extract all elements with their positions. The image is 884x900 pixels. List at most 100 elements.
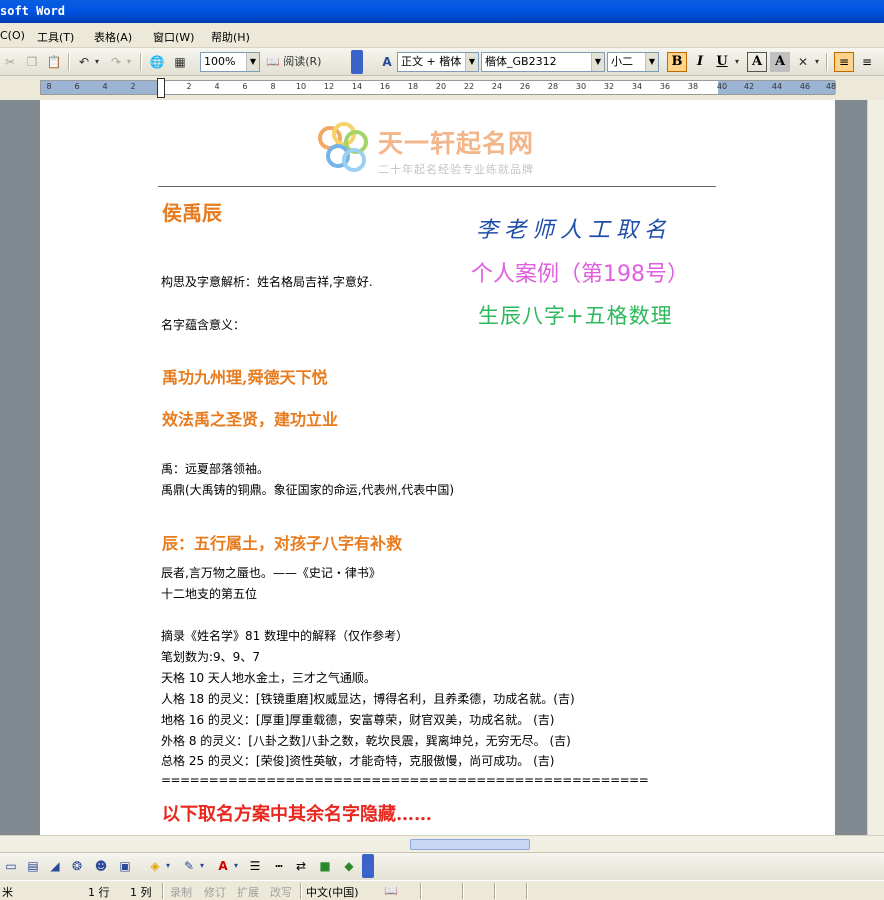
zoom-select[interactable]: 100% ▼ bbox=[200, 52, 260, 72]
font-select[interactable]: 楷体_GB2312 ▼ bbox=[481, 52, 605, 72]
spelling-status-icon[interactable]: 📖 bbox=[384, 884, 398, 897]
menu-table[interactable]: 表格(A) bbox=[94, 29, 132, 45]
font-size-select[interactable]: 小二 ▼ bbox=[607, 52, 659, 72]
status-separator bbox=[420, 883, 422, 899]
header-rule bbox=[158, 186, 716, 187]
status-extend[interactable]: 扩展 bbox=[237, 884, 259, 900]
diagram-icon[interactable]: ❂ bbox=[68, 857, 86, 875]
textbox-icon[interactable]: ▭ bbox=[2, 857, 20, 875]
cut-icon[interactable]: ✂ bbox=[0, 52, 20, 72]
3d-style-icon[interactable]: ◆ bbox=[340, 857, 358, 875]
styles-pane-icon[interactable]: A bbox=[377, 52, 397, 72]
underline-button[interactable]: U bbox=[712, 52, 732, 72]
char-scaling-dropdown-icon[interactable]: ▾ bbox=[813, 52, 821, 72]
ruler-tick: 12 bbox=[323, 82, 335, 91]
read-mode-label: 阅读(R) bbox=[283, 55, 322, 68]
line-color-dropdown-icon[interactable]: ▾ bbox=[198, 857, 206, 875]
status-record[interactable]: 录制 bbox=[170, 884, 192, 900]
redo-icon[interactable]: ↷ bbox=[106, 52, 126, 72]
ruler-tick: 22 bbox=[463, 82, 475, 91]
font-size-value: 小二 bbox=[611, 55, 633, 68]
undo-icon[interactable]: ↶ bbox=[74, 52, 94, 72]
read-mode-button[interactable]: 📖 阅读(R) bbox=[266, 52, 336, 72]
status-separator bbox=[300, 883, 302, 899]
style-value: 正文 + 楷体 bbox=[401, 55, 462, 68]
chen-definition-2: 十二地支的第五位 bbox=[161, 587, 258, 601]
arrow-style-icon[interactable]: ⇄ bbox=[292, 857, 310, 875]
vertical-scrollbar[interactable] bbox=[867, 100, 884, 835]
status-bar: 米 1 行 1 列 录制 修订 扩展 改写 中文(中国) 📖 bbox=[0, 880, 884, 900]
chevron-down-icon: ▼ bbox=[645, 53, 658, 71]
underline-dropdown-icon[interactable]: ▾ bbox=[733, 52, 741, 72]
ruler-tick: 10 bbox=[295, 82, 307, 91]
handwritten-caption: 李老师人工取名 bbox=[476, 218, 673, 243]
logo-subtitle: 二十年起名经验专业练就品牌 bbox=[378, 163, 534, 176]
status-language: 中文(中国) bbox=[306, 886, 359, 899]
fill-color-dropdown-icon[interactable]: ▾ bbox=[164, 857, 172, 875]
copy-icon[interactable]: ❐ bbox=[22, 52, 42, 72]
status-overtype[interactable]: 改写 bbox=[270, 884, 292, 900]
horizontal-ruler[interactable]: 8 6 4 2 2 4 6 8 10 12 14 16 18 20 22 24 … bbox=[40, 78, 836, 98]
clipart-icon[interactable]: ☻ bbox=[92, 857, 110, 875]
standard-toolbar: ✂ ❐ 📋 ↶ ▾ ↷ ▾ 🌐 ▦ 100% ▼ 📖 阅读(R) A 正文 + … bbox=[0, 48, 884, 76]
ruler-tick: 44 bbox=[771, 82, 783, 91]
align-center-icon[interactable]: ≡ bbox=[857, 52, 877, 72]
menu-help[interactable]: 帮助(H) bbox=[211, 29, 250, 45]
ruler-tick: 2 bbox=[186, 82, 192, 91]
vertical-textbox-icon[interactable]: ▤ bbox=[24, 857, 42, 875]
drawing-toolbar-options-icon[interactable] bbox=[362, 854, 374, 878]
horizontal-scrollbar[interactable] bbox=[0, 835, 884, 852]
italic-button[interactable]: I bbox=[690, 52, 710, 72]
logo-rings-icon bbox=[318, 122, 370, 174]
line-color-icon[interactable]: ✎ bbox=[180, 857, 198, 875]
waige-text: 外格 8 的灵义：[八卦之数]八卦之数，乾坎艮震，巽离坤兑，无穷无尽。 (吉) bbox=[161, 734, 571, 748]
indent-marker-icon[interactable] bbox=[157, 78, 165, 98]
wordart-icon[interactable]: ◢ bbox=[46, 857, 64, 875]
dige-text: 地格 16 的灵义：[厚重]厚重载德，安富尊荣，财官双美，功成名就。 (吉) bbox=[161, 713, 555, 727]
excerpt-heading: 摘录《姓名学》81 数理中的解释（仅作参考） bbox=[161, 629, 409, 643]
char-shading-button[interactable]: A bbox=[770, 52, 790, 72]
logo-ring bbox=[342, 148, 366, 172]
ruler-tick: 46 bbox=[799, 82, 811, 91]
toolbar-separator bbox=[68, 53, 70, 71]
toolbar-options-icon[interactable] bbox=[351, 50, 363, 74]
drawing-toolbar: ▭ ▤ ◢ ❂ ☻ ▣ ◈ ▾ ✎ ▾ A ▾ ☰ ┅ ⇄ ■ ◆ bbox=[0, 852, 884, 880]
ruler-tick: 42 bbox=[743, 82, 755, 91]
status-separator bbox=[526, 883, 528, 899]
chen-definition-1: 辰者,言万物之蜃也。——《史记・律书》 bbox=[161, 566, 381, 580]
status-separator bbox=[462, 883, 464, 899]
case-number: 个人案例（第198号） bbox=[471, 262, 689, 287]
ruler-tick: 48 bbox=[825, 82, 837, 91]
dash-style-icon[interactable]: ┅ bbox=[270, 857, 288, 875]
char-scaling-icon[interactable]: ✕ bbox=[793, 52, 813, 72]
fill-color-icon[interactable]: ◈ bbox=[146, 857, 164, 875]
font-color-icon[interactable]: A bbox=[214, 857, 232, 875]
char-border-button[interactable]: A bbox=[747, 52, 767, 72]
undo-dropdown-icon[interactable]: ▾ bbox=[92, 52, 102, 72]
style-select[interactable]: 正文 + 楷体 ▼ bbox=[397, 52, 479, 72]
toolbar-separator bbox=[140, 53, 142, 71]
menu-format[interactable]: C(O) bbox=[0, 29, 25, 42]
hyperlink-icon[interactable]: 🌐 bbox=[147, 52, 167, 72]
line-style-icon[interactable]: ☰ bbox=[246, 857, 264, 875]
ruler-tick: 40 bbox=[716, 82, 728, 91]
align-justify-icon[interactable]: ≡ bbox=[834, 52, 854, 72]
ruler-tick: 24 bbox=[491, 82, 503, 91]
status-separator bbox=[494, 883, 496, 899]
ruler-tick: 32 bbox=[603, 82, 615, 91]
redo-dropdown-icon[interactable]: ▾ bbox=[124, 52, 134, 72]
status-track-changes[interactable]: 修订 bbox=[204, 884, 226, 900]
paste-icon[interactable]: 📋 bbox=[44, 52, 64, 72]
poem-line-2: 效法禹之圣贤，建功立业 bbox=[162, 410, 339, 429]
table-icon[interactable]: ▦ bbox=[170, 52, 190, 72]
scroll-thumb[interactable] bbox=[410, 839, 530, 850]
shadow-style-icon[interactable]: ■ bbox=[316, 857, 334, 875]
menu-window[interactable]: 窗口(W) bbox=[153, 29, 194, 45]
ruler-tick: 6 bbox=[74, 82, 80, 91]
bold-button[interactable]: B bbox=[667, 52, 687, 72]
font-color-dropdown-icon[interactable]: ▾ bbox=[232, 857, 240, 875]
chevron-down-icon: ▼ bbox=[246, 53, 259, 71]
hidden-names-note: 以下取名方案中其余名字隐藏…… bbox=[162, 804, 432, 825]
menu-tools[interactable]: 工具(T) bbox=[37, 29, 74, 45]
picture-icon[interactable]: ▣ bbox=[116, 857, 134, 875]
